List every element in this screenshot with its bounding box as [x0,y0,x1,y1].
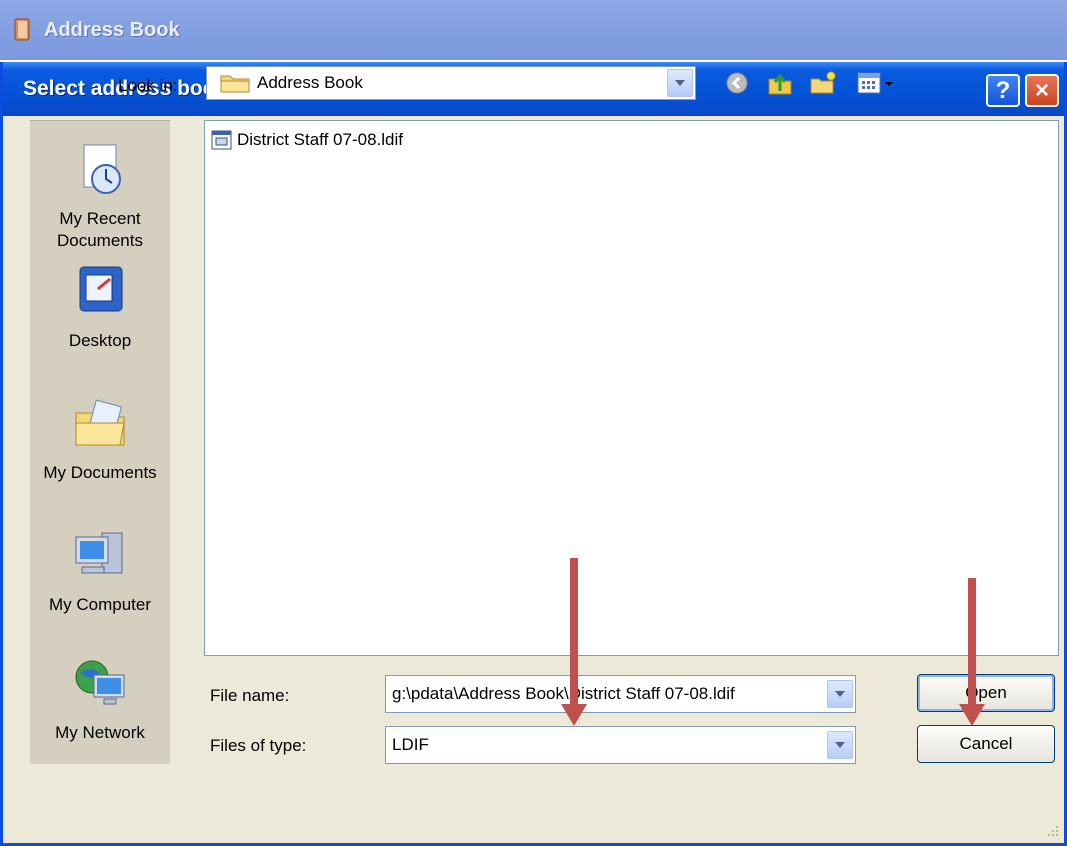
my-computer-icon [75,532,123,574]
place-my-computer[interactable]: My Computer [30,525,170,616]
chevron-down-icon [835,742,845,748]
file-type-dropdown-button[interactable] [827,731,853,759]
place-my-recent-documents[interactable]: My Recent Documents [30,139,170,252]
cancel-button[interactable]: Cancel [917,725,1055,763]
new-folder-button[interactable] [808,68,838,98]
file-type-value: LDIF [392,735,429,754]
annotation-arrow-head [561,704,587,726]
annotation-arrow-head [959,704,985,726]
file-name: District Staff 07-08.ldif [237,130,403,149]
look-in-label: Look in: [118,76,178,95]
my-documents-icon [75,399,125,446]
place-my-documents[interactable]: My Documents [30,393,170,484]
file-type-dropdown[interactable]: LDIF [385,726,856,764]
desktop-icon [79,266,123,312]
back-button[interactable] [722,68,752,98]
up-folder-icon [768,73,792,95]
file-list[interactable]: District Staff 07-08.ldif [204,120,1059,656]
chevron-down-icon [675,80,685,86]
view-menu-button[interactable] [853,68,899,98]
chevron-down-icon [835,691,845,697]
ldif-file-icon [211,130,232,150]
parent-window-title: Address Book [44,18,180,41]
open-button[interactable]: Open [917,674,1055,712]
annotation-arrow-shaft [570,558,578,706]
look-in-dropdown-button[interactable] [667,69,693,97]
help-icon: ? [995,76,1011,104]
view-menu-icon [857,72,893,94]
look-in-value: Address Book [257,73,363,92]
parent-window-titlebar: Address Book [0,0,1067,60]
help-button[interactable]: ? [986,74,1020,107]
places-bar: My Recent Documents Desktop My Documents… [30,120,170,764]
look-in-dropdown[interactable]: Address Book [206,66,696,100]
file-type-label: Files of type: [210,736,307,755]
close-button[interactable]: × [1025,74,1059,107]
new-folder-icon [810,71,836,94]
folder-icon [220,75,250,93]
back-arrow-icon [726,72,748,94]
annotation-arrow-shaft [968,578,976,706]
resize-grip-icon[interactable] [1044,822,1060,838]
recent-documents-icon [83,144,121,194]
file-name-dropdown-button[interactable] [827,680,853,708]
my-network-icon [75,660,125,705]
file-name-input[interactable]: g:\pdata\Address Book\District Staff 07-… [385,675,856,713]
address-book-icon [14,18,30,41]
file-name-label: File name: [210,686,290,705]
up-one-level-button[interactable] [765,68,795,98]
close-icon: × [1034,76,1049,104]
place-desktop[interactable]: Desktop [30,261,170,352]
place-my-network[interactable]: My Network [30,653,170,744]
file-name-value: g:\pdata\Address Book\District Staff 07-… [392,684,735,703]
list-item[interactable]: District Staff 07-08.ldif [211,129,403,151]
